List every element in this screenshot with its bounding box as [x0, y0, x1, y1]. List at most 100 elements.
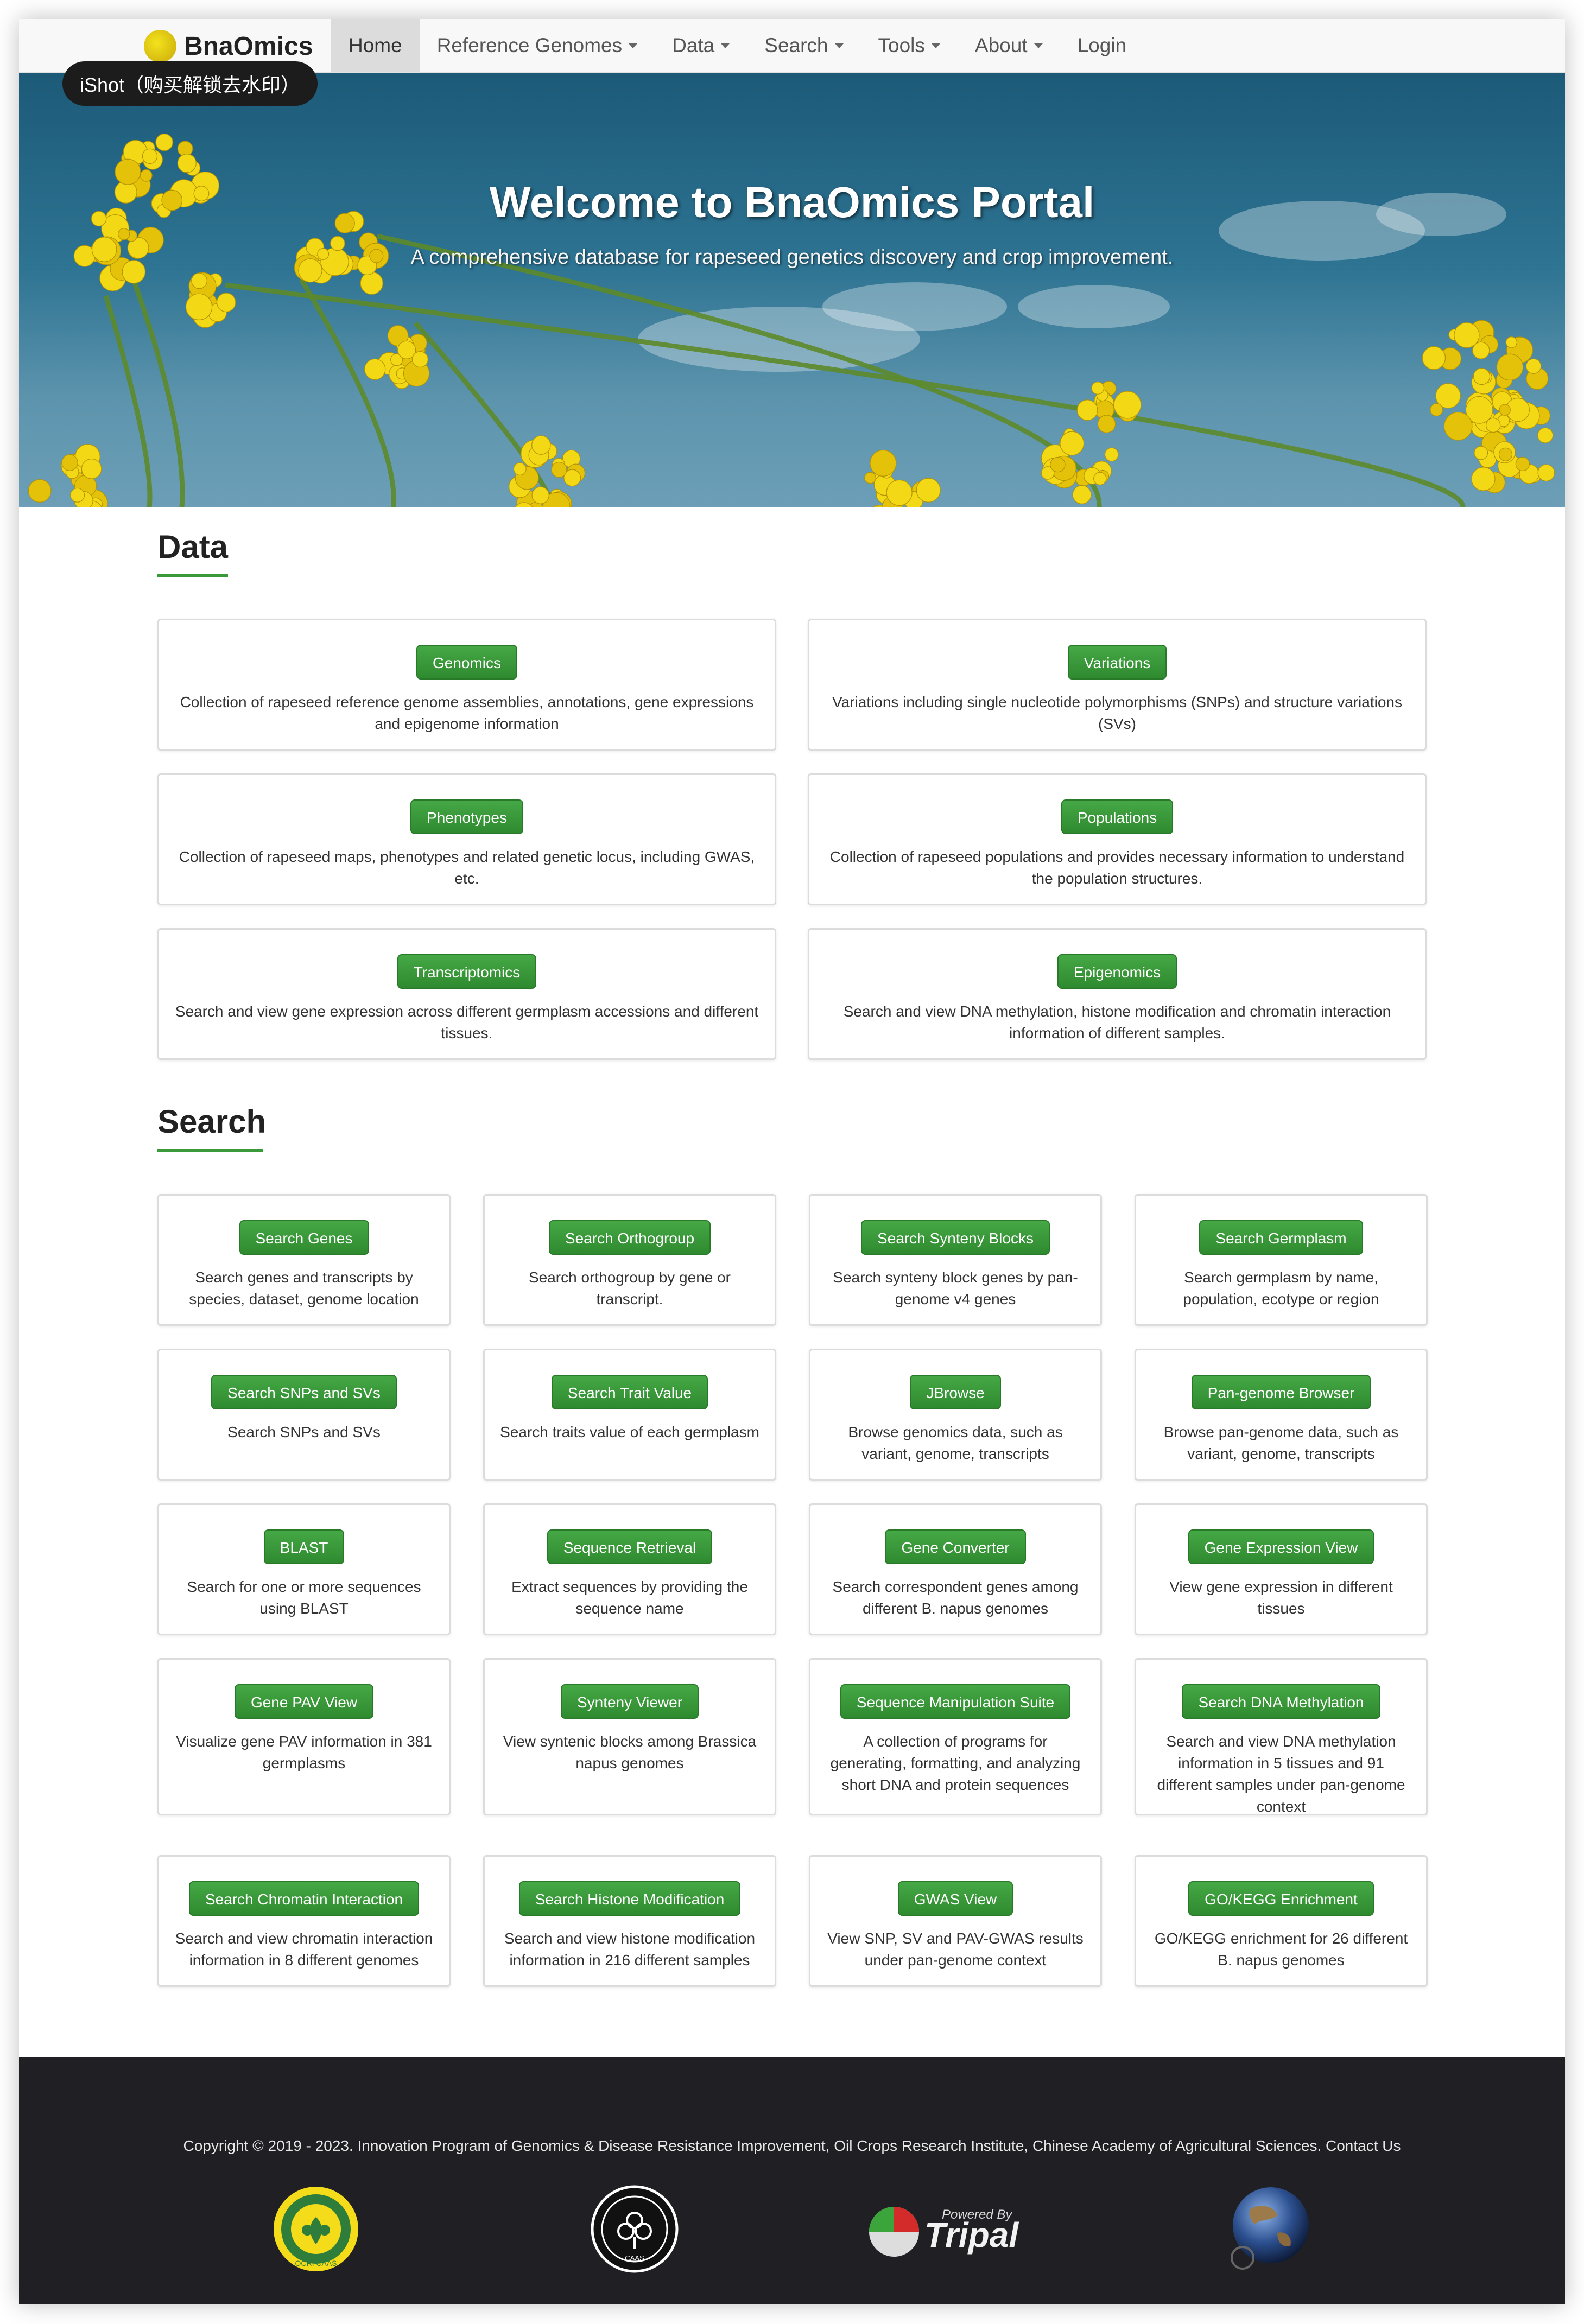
nav-label: Tools — [878, 34, 925, 56]
svg-text:OCRI CAAS: OCRI CAAS — [295, 2259, 337, 2268]
search-card: JBrowse Browse genomics data, such as var… — [809, 1349, 1102, 1481]
card-description: Browse genomics data, such as variant, g… — [848, 1424, 1063, 1462]
card-description: GO/KEGG enrichment for 26 different B. n… — [1154, 1930, 1408, 1969]
search-card: Search DNA Methylation Search and view DN… — [1135, 1658, 1428, 1815]
search-genes-button[interactable]: Search Genes — [239, 1220, 369, 1255]
sequence-manipulation-suite-button[interactable]: Sequence Manipulation Suite — [840, 1684, 1071, 1719]
tripal-logo-icon[interactable]: Powered By Tripal — [866, 2193, 1034, 2263]
search-orthogroup-button[interactable]: Search Orthogroup — [548, 1220, 711, 1255]
data-card: Transcriptomics Search and view gene expr… — [157, 928, 776, 1060]
search-card: Sequence Retrieval Extract sequences by p… — [483, 1503, 776, 1635]
main-nav: Home Reference Genomes Data Search Tools Abou… — [331, 19, 1144, 72]
svg-text:Tripal: Tripal — [924, 2215, 1019, 2255]
search-section-title: Search — [157, 1103, 267, 1140]
blast-button[interactable]: BLAST — [263, 1529, 345, 1564]
card-description: Search and view histone modification inf… — [504, 1930, 756, 1969]
card-description: Search and view DNA methylation informat… — [1157, 1733, 1405, 1815]
search-card: Search SNPs and SVs Search SNPs and SVs — [157, 1349, 451, 1481]
search-card: BLAST Search for one or more sequences us… — [157, 1503, 451, 1635]
search-card: Gene PAV View Visualize gene PAV informat… — [157, 1658, 451, 1815]
search-card: Search Trait Value Search traits value of… — [483, 1349, 776, 1481]
card-description: Variations including single nucleotide p… — [832, 694, 1402, 732]
card-description: Search and view DNA methylation, histone… — [843, 1003, 1391, 1042]
hero-subtitle: A comprehensive database for rapeseed ge… — [410, 246, 1174, 269]
card-description: Search genes and transcripts by species,… — [189, 1269, 419, 1307]
card-description: Collection of rapeseed maps, phenotypes … — [179, 848, 755, 887]
search-histone-modification-button[interactable]: Search Histone Modification — [518, 1881, 741, 1916]
caret-down-icon — [721, 43, 730, 48]
caret-down-icon — [834, 43, 844, 48]
card-description: Search SNPs and SVs — [227, 1424, 381, 1440]
footer: Copyright © 2019 - 2023. Innovation Prog… — [19, 2057, 1565, 2304]
data-card: Epigenomics Search and view DNA methylati… — [808, 928, 1427, 1060]
gene-converter-button[interactable]: Gene Converter — [885, 1529, 1026, 1564]
card-description: Search orthogroup by gene or transcript. — [528, 1269, 731, 1307]
nav-label: Home — [349, 34, 402, 56]
jbrowse-button[interactable]: JBrowse — [910, 1375, 1001, 1409]
search-card: Gene Converter Search correspondent genes… — [809, 1503, 1102, 1635]
nav-data[interactable]: Data — [655, 19, 747, 72]
card-description: Collection of rapeseed reference genome … — [180, 694, 754, 732]
caas-logo-icon[interactable]: CAAS — [590, 2185, 680, 2274]
variations-button[interactable]: Variations — [1067, 645, 1167, 680]
card-description: Browse pan-genome data, such as variant,… — [1163, 1424, 1399, 1462]
caret-down-icon — [931, 43, 940, 48]
data-section-title: Data — [157, 529, 229, 565]
populations-button[interactable]: Populations — [1061, 799, 1174, 834]
search-card: Synteny Viewer View syntenic blocks among… — [483, 1658, 776, 1815]
search-snps-and-svs-button[interactable]: Search SNPs and SVs — [211, 1375, 397, 1409]
sequence-retrieval-button[interactable]: Sequence Retrieval — [547, 1529, 713, 1564]
search-card: GWAS View View SNP, SV and PAV-GWAS resul… — [809, 1855, 1102, 1987]
card-description: View syntenic blocks among Brassica napu… — [503, 1733, 757, 1771]
nav-tools[interactable]: Tools — [861, 19, 958, 72]
nav-home[interactable]: Home — [331, 19, 420, 72]
nav-search[interactable]: Search — [747, 19, 860, 72]
pan-genome-browser-button[interactable]: Pan-genome Browser — [1191, 1375, 1371, 1409]
search-dna-methylation-button[interactable]: Search DNA Methylation — [1182, 1684, 1380, 1719]
data-section-underline — [157, 574, 228, 577]
search-card: GO/KEGG Enrichment GO/KEGG enrichment for… — [1135, 1855, 1428, 1987]
rapeseed-logo-icon — [144, 30, 176, 62]
browser-page: BnaOmics Home Reference Genomes Data Search… — [19, 19, 1565, 2304]
search-chromatin-interaction-button[interactable]: Search Chromatin Interaction — [188, 1881, 420, 1916]
card-description: Search synteny block genes by pan-genome… — [833, 1269, 1078, 1307]
genomics-button[interactable]: Genomics — [416, 645, 518, 680]
gene-pav-view-button[interactable]: Gene PAV View — [234, 1684, 374, 1719]
nav-reference-genomes[interactable]: Reference Genomes — [420, 19, 655, 72]
nav-login[interactable]: Login — [1060, 19, 1144, 72]
search-synteny-blocks-button[interactable]: Search Synteny Blocks — [861, 1220, 1050, 1255]
search-card: Search Orthogroup Search orthogroup by ge… — [483, 1194, 776, 1326]
card-description: Search germplasm by name, population, ec… — [1183, 1269, 1379, 1307]
synteny-viewer-button[interactable]: Synteny Viewer — [560, 1684, 699, 1719]
search-card: Sequence Manipulation Suite A collection … — [809, 1658, 1102, 1815]
data-card: Phenotypes Collection of rapeseed maps, p… — [157, 773, 776, 905]
search-card: Search Genes Search genes and transcripts… — [157, 1194, 451, 1326]
globe-logo-icon[interactable] — [1223, 2181, 1315, 2273]
hero-title: Welcome to BnaOmics Portal — [489, 178, 1095, 226]
card-description: View gene expression in different tissue… — [1169, 1578, 1393, 1617]
nav-about[interactable]: About — [958, 19, 1060, 72]
search-card: Gene Expression View View gene expression… — [1135, 1503, 1428, 1635]
epigenomics-button[interactable]: Epigenomics — [1057, 954, 1177, 989]
copyright-text: Copyright © 2019 - 2023. Innovation Prog… — [183, 2137, 1401, 2154]
card-description: Search for one or more sequences using B… — [187, 1578, 421, 1617]
card-description: A collection of programs for generating,… — [830, 1733, 1081, 1793]
hero-banner: Welcome to BnaOmics Portal A comprehensi… — [19, 73, 1565, 507]
search-germplasm-button[interactable]: Search Germplasm — [1199, 1220, 1363, 1255]
search-trait-value-button[interactable]: Search Trait Value — [551, 1375, 708, 1409]
ocri-caas-logo-icon[interactable]: OCRI CAAS — [271, 2185, 361, 2274]
go-kegg-enrichment-button[interactable]: GO/KEGG Enrichment — [1188, 1881, 1374, 1916]
data-card: Variations Variations including single nu… — [808, 619, 1427, 751]
ishot-watermark: iShot（购买解锁去水印） — [62, 61, 318, 106]
caret-down-icon — [629, 43, 638, 48]
gwas-view-button[interactable]: GWAS View — [897, 1881, 1013, 1916]
svg-text:CAAS: CAAS — [625, 2254, 644, 2262]
transcriptomics-button[interactable]: Transcriptomics — [397, 954, 537, 989]
card-description: Search traits value of each germplasm — [500, 1424, 759, 1440]
rapeseed-flowers-image — [28, 133, 1555, 507]
gene-expression-view-button[interactable]: Gene Expression View — [1188, 1529, 1374, 1564]
brand-name: BnaOmics — [184, 31, 313, 61]
nav-label: Reference Genomes — [436, 34, 623, 56]
brand[interactable]: BnaOmics — [144, 26, 313, 67]
phenotypes-button[interactable]: Phenotypes — [410, 799, 523, 834]
